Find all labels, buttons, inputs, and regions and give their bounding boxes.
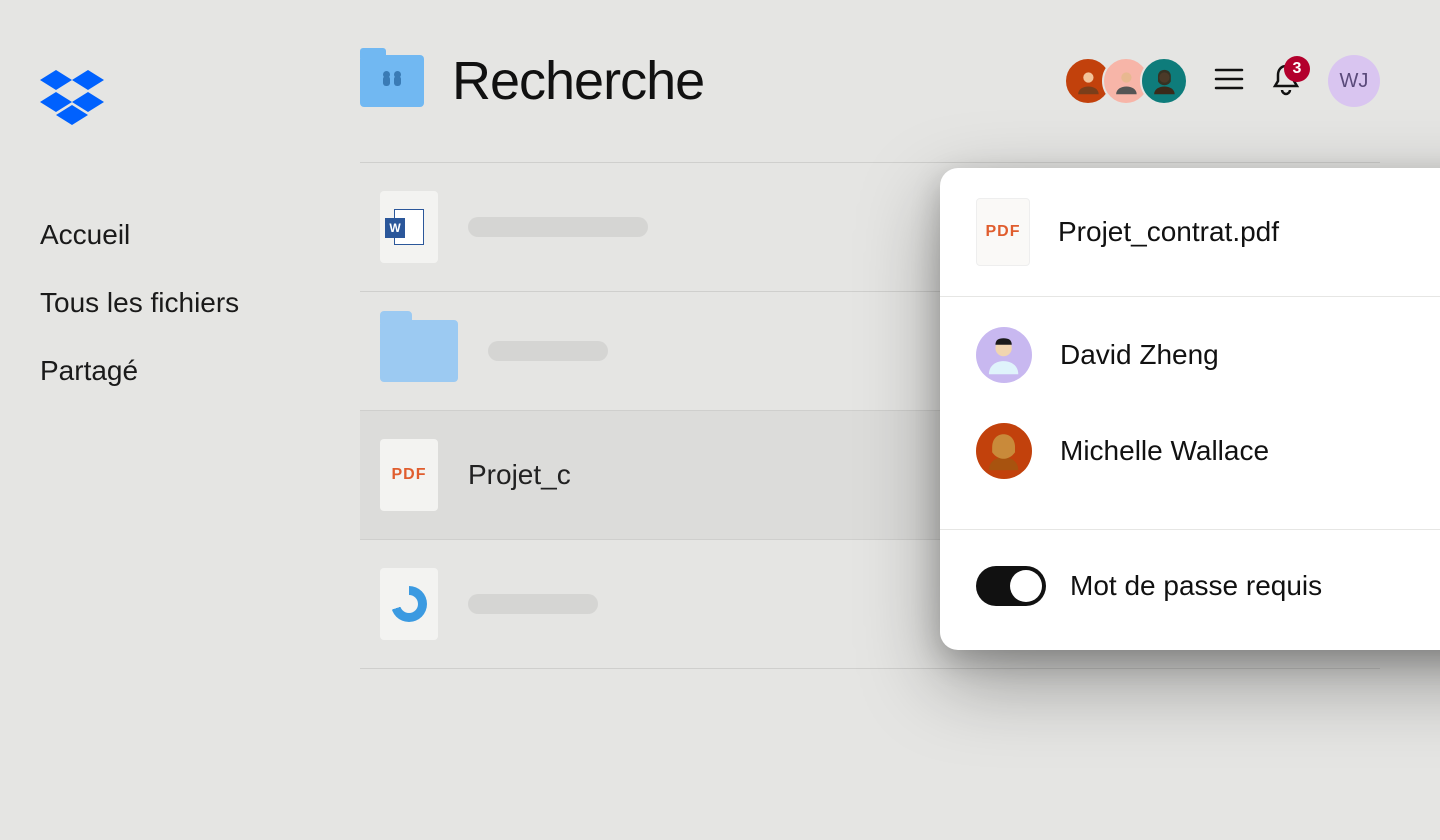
chart-file-icon (380, 568, 438, 640)
modal-footer: Mot de passe requis Partager (940, 530, 1440, 650)
share-modal: PDF Projet_contrat.pdf David Zheng (940, 168, 1440, 650)
person-name: Michelle Wallace (1060, 435, 1440, 467)
filename-placeholder (468, 594, 598, 614)
collaborator-avatars[interactable] (1064, 57, 1188, 105)
folder-icon (380, 320, 458, 382)
password-toggle-label: Mot de passe requis (1070, 570, 1440, 602)
filename-placeholder (468, 217, 648, 237)
word-file-icon (380, 191, 438, 263)
share-person-row: Michelle Wallace (940, 413, 1440, 509)
avatar (976, 423, 1032, 479)
sidebar: Accueil Tous les fichiers Partagé (0, 0, 330, 840)
toggle-knob (1010, 570, 1042, 602)
password-toggle[interactable] (976, 566, 1046, 606)
filename-placeholder (488, 341, 608, 361)
pdf-file-icon: PDF (976, 198, 1030, 266)
avatar (1140, 57, 1188, 105)
page-title: Recherche (452, 50, 704, 112)
modal-header: PDF Projet_contrat.pdf (940, 168, 1440, 297)
nav-shared[interactable]: Partagé (40, 337, 290, 405)
notifications-button[interactable]: 3 (1270, 62, 1302, 101)
dropbox-logo (40, 70, 290, 131)
shared-folder-icon (360, 55, 424, 107)
pdf-badge: PDF (986, 223, 1021, 241)
main-content: Recherche (330, 0, 1440, 840)
profile-avatar[interactable]: WJ (1328, 55, 1380, 107)
nav-home[interactable]: Accueil (40, 201, 290, 269)
modal-filename: Projet_contrat.pdf (1058, 216, 1440, 248)
notification-badge: 3 (1284, 56, 1310, 82)
share-person-row: David Zheng (940, 297, 1440, 413)
avatar (976, 327, 1032, 383)
person-name: David Zheng (1060, 339, 1440, 371)
file-name: Projet_c (468, 459, 571, 491)
nav-all-files[interactable]: Tous les fichiers (40, 269, 290, 337)
page-header: Recherche (360, 50, 1380, 112)
pdf-file-icon: PDF (380, 439, 438, 511)
pdf-badge: PDF (392, 466, 427, 484)
menu-icon[interactable] (1214, 67, 1244, 96)
